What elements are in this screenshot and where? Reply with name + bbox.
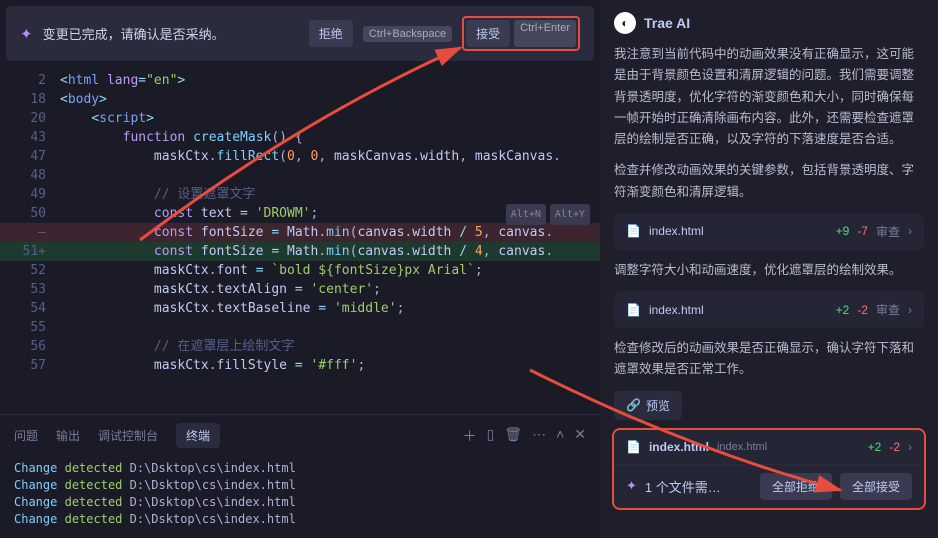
accept-all-button[interactable]: 全部接受 (840, 473, 912, 500)
ai-title: Trae AI (644, 15, 690, 31)
code-line[interactable]: 47 maskCtx.fillRect(0, 0, maskCanvas.wid… (0, 147, 600, 166)
preview-button[interactable]: 🔗 预览 (614, 391, 682, 420)
code-line[interactable]: 53 maskCtx.textAlign = 'center'; (0, 280, 600, 299)
ai-paragraph: 检查修改后的动画效果是否正确显示，确认字符下落和遮罩效果是否正常工作。 (614, 338, 924, 381)
hint-altN[interactable]: Alt+N (506, 204, 546, 225)
reject-all-button[interactable]: 全部拒绝 (760, 473, 832, 500)
code-line[interactable]: 18<body> (0, 90, 600, 109)
code-line[interactable]: 2<html lang="en"> (0, 71, 600, 90)
tab-output[interactable]: 输出 (56, 427, 80, 444)
split-icon[interactable]: ▯ (487, 426, 495, 446)
more-icon[interactable]: ⋯ (532, 426, 546, 446)
chevron-right-icon: › (908, 224, 912, 238)
ai-sidebar: ◐ Trae AI 我注意到当前代码中的动画效果没有正确显示，这可能是由于背景颜… (600, 0, 938, 538)
chevron-right-icon: › (908, 440, 912, 454)
change-message: 变更已完成，请确认是否采纳。 (43, 24, 299, 43)
action-file-name: index.html (649, 440, 709, 454)
close-icon[interactable]: ✕ (574, 426, 586, 446)
chevron-up-icon[interactable]: ˄ (556, 426, 564, 446)
terminal-line: Change detected D:\Dsktop\cs\index.html (14, 494, 586, 511)
accept-button[interactable]: 接受 (466, 20, 510, 47)
file-card[interactable]: 📄 index.html +9 -7 审查 › (614, 213, 924, 250)
change-count: 1 个文件需… (645, 477, 721, 496)
link-icon: 🔗 (626, 398, 641, 412)
tab-terminal[interactable]: 终端 (176, 423, 220, 448)
terminal-line: Change detected D:\Dsktop\cs\index.html (14, 460, 586, 477)
code-line[interactable]: 48 (0, 166, 600, 185)
code-line[interactable]: 52 maskCtx.font = `bold ${fontSize}px Ar… (0, 261, 600, 280)
change-confirm-bar: ✦ 变更已完成，请确认是否采纳。 拒绝 Ctrl+Backspace 接受 Ct… (6, 6, 594, 61)
file-icon: 📄 (626, 224, 641, 238)
trash-icon[interactable]: 🗑 (504, 426, 522, 446)
code-line[interactable]: 55 (0, 318, 600, 337)
tab-problems[interactable]: 问题 (14, 427, 38, 444)
panel-tabs: 问题 输出 调试控制台 终端 ＋ ▯ 🗑 ⋯ ˄ ✕ (0, 414, 600, 456)
reject-button[interactable]: 拒绝 (309, 20, 353, 47)
code-line[interactable]: 56 // 在遮罩层上绘制文字 (0, 337, 600, 356)
plus-icon[interactable]: ＋ (463, 426, 477, 446)
chevron-right-icon: › (908, 303, 912, 317)
hint-altY[interactable]: Alt+Y (550, 204, 590, 225)
ai-paragraph: 检查并修改动画效果的关键参数，包括背景透明度、字符渐变颜色和清屏逻辑。 (614, 160, 924, 203)
code-editor[interactable]: 2<html lang="en">18<body>20 <script>43 f… (0, 67, 600, 414)
code-line[interactable]: 51+ const fontSize = Math.min(canvas.wid… (0, 242, 600, 261)
accept-kbd: Ctrl+Enter (514, 20, 576, 47)
file-icon: 📄 (626, 303, 641, 317)
terminal-output[interactable]: Change detected D:\Dsktop\cs\index.htmlC… (0, 456, 600, 538)
ai-logo-icon: ◐ (614, 12, 636, 34)
tab-debug-console[interactable]: 调试控制台 (98, 427, 158, 444)
accept-highlight: 接受 Ctrl+Enter (462, 16, 580, 51)
code-line[interactable]: 49 // 设置遮罩文字 (0, 185, 600, 204)
sparkle-icon: ✦ (626, 478, 637, 494)
code-line[interactable]: 57 maskCtx.fillStyle = '#fff'; (0, 356, 600, 375)
code-line[interactable]: — const fontSize = Math.min(canvas.width… (0, 223, 600, 242)
terminal-line: Change detected D:\Dsktop\cs\index.html (14, 477, 586, 494)
terminal-line: Change detected D:\Dsktop\cs\index.html (14, 511, 586, 528)
file-card[interactable]: 📄 index.html +2 -2 审查 › (614, 291, 924, 328)
reject-kbd: Ctrl+Backspace (363, 26, 452, 42)
code-line[interactable]: 20 <script> (0, 109, 600, 128)
action-card: 📄 index.html index.html +2 -2 › ✦ 1 个文件需… (614, 430, 924, 508)
code-line[interactable]: 50 const text = 'DROWM';Alt+NAlt+Y (0, 204, 600, 223)
sparkle-icon: ✦ (20, 25, 33, 43)
file-icon: 📄 (626, 440, 641, 454)
ai-paragraph: 调整字符大小和动画速度，优化遮罩层的绘制效果。 (614, 260, 924, 281)
code-line[interactable]: 54 maskCtx.textBaseline = 'middle'; (0, 299, 600, 318)
ai-paragraph: 我注意到当前代码中的动画效果没有正确显示，这可能是由于背景颜色设置和清屏逻辑的问… (614, 44, 924, 150)
code-line[interactable]: 43 function createMask() { (0, 128, 600, 147)
